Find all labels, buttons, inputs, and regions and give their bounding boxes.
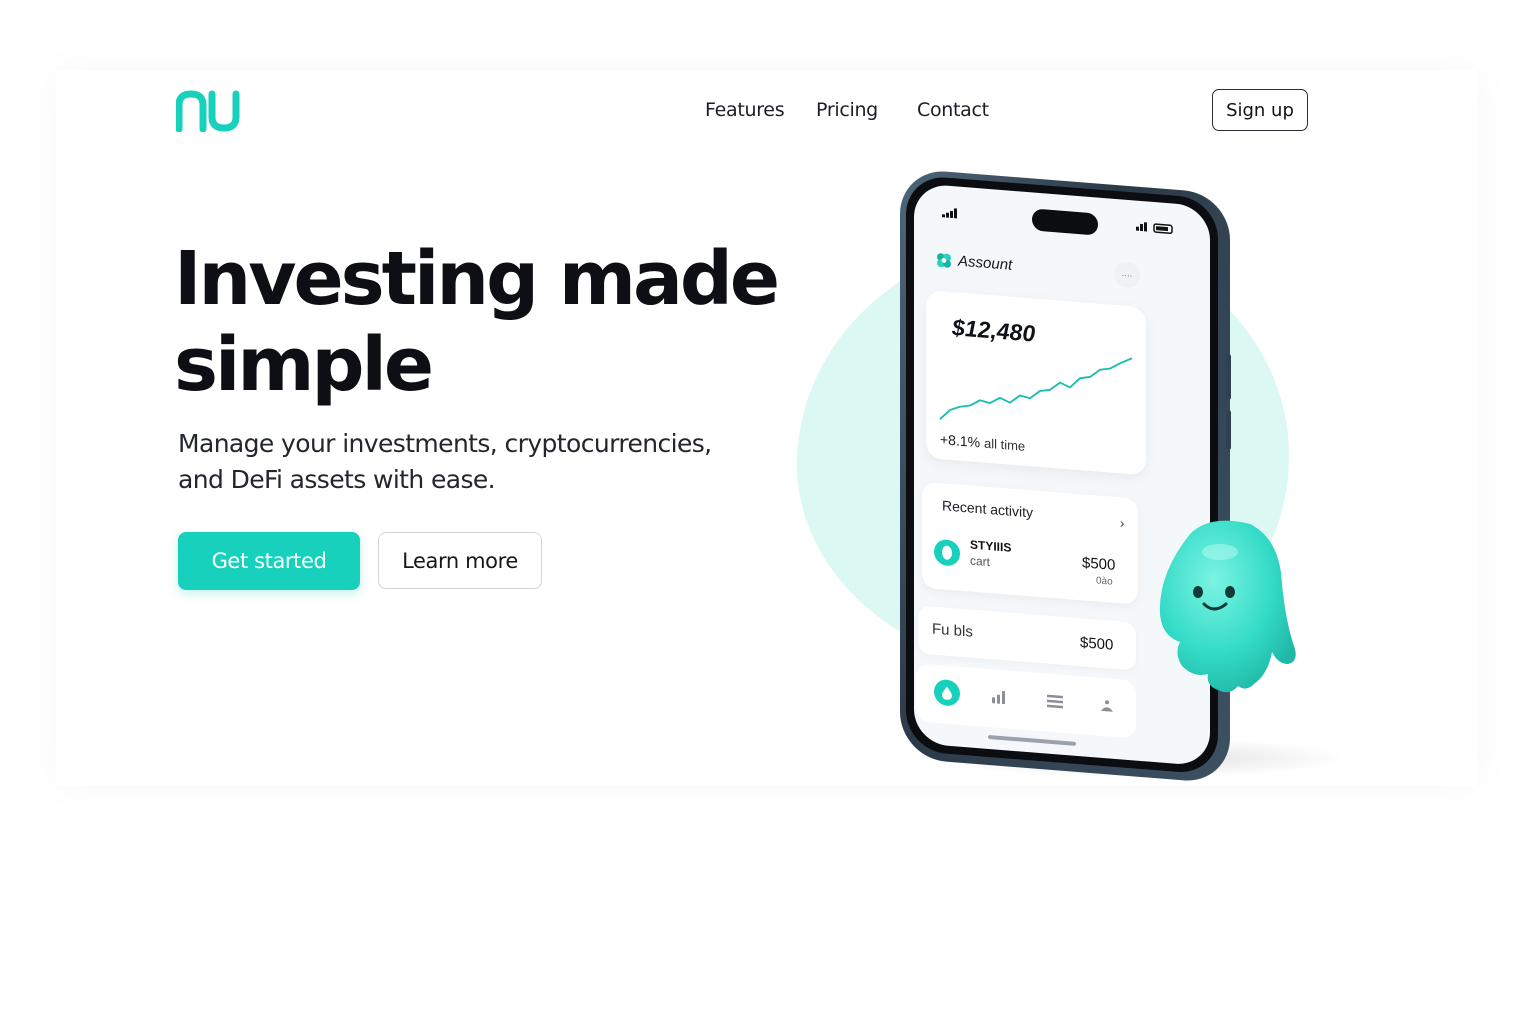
activity-amount: $500 <box>1082 554 1116 574</box>
hero-title: Investing made simple <box>174 236 794 408</box>
chevron-right-icon[interactable]: › <box>1120 515 1124 530</box>
hero-subtitle: Manage your investments, cryptocurrencie… <box>178 426 738 498</box>
account-header: Assount <box>936 251 1012 274</box>
account-title: Assount <box>958 252 1013 274</box>
signup-button[interactable]: Sign up <box>1212 89 1308 131</box>
activity-coin-icon <box>934 538 960 567</box>
tab-stats[interactable] <box>986 683 1012 711</box>
tab-bar <box>916 663 1136 739</box>
funds-card[interactable]: Fu bls $500 <box>918 605 1136 671</box>
get-started-button[interactable]: Get started <box>178 532 360 590</box>
activity-subtitle: cart <box>970 553 991 570</box>
hero-subtitle-line2: and DeFi assets with ease. <box>178 465 496 494</box>
recent-activity-title: Recent activity <box>942 497 1034 521</box>
battery-icon <box>1136 222 1173 235</box>
home-icon <box>942 686 952 701</box>
signal-icon <box>942 208 957 219</box>
account-logo-icon <box>937 252 951 268</box>
hero-title-line1: Investing made <box>174 236 780 322</box>
balance-change: +8.1% all time <box>940 431 1025 454</box>
balance-sparkline <box>939 357 1133 420</box>
activity-name: STYIIIS <box>970 537 1012 555</box>
balance-change-label: all time <box>983 435 1026 454</box>
phone-side-button <box>1226 353 1231 401</box>
tab-profile[interactable] <box>1094 691 1120 719</box>
nav-features[interactable]: Features <box>705 99 785 121</box>
stats-icon <box>992 691 1005 705</box>
list-icon <box>1047 694 1063 709</box>
phone-side-button <box>1226 409 1231 451</box>
learn-more-button[interactable]: Learn more <box>378 532 542 589</box>
nav-pricing[interactable]: Pricing <box>816 99 878 121</box>
funds-amount: $500 <box>1080 634 1114 654</box>
profile-icon <box>1101 700 1113 712</box>
balance-card[interactable]: $12,480 +8.1% all time <box>926 290 1146 476</box>
account-menu-button[interactable]: ···· <box>1114 260 1140 289</box>
nav-contact[interactable]: Contact <box>917 99 989 121</box>
home-indicator <box>988 734 1076 746</box>
recent-activity-card[interactable]: Recent activity › STYIIIS cart $500 0ào <box>922 481 1138 605</box>
balance-change-value: +8.1% <box>940 431 981 451</box>
activity-amount-sub: 0ào <box>1096 575 1113 588</box>
hero-subtitle-line1: Manage your investments, cryptocurrencie… <box>178 429 712 458</box>
hero-title-line2: simple <box>174 322 434 408</box>
tab-list[interactable] <box>1042 687 1068 715</box>
tab-home[interactable] <box>934 678 960 707</box>
dynamic-island <box>1032 208 1098 236</box>
funds-label: Fu bls <box>932 620 973 641</box>
mascot-character <box>1159 520 1296 693</box>
